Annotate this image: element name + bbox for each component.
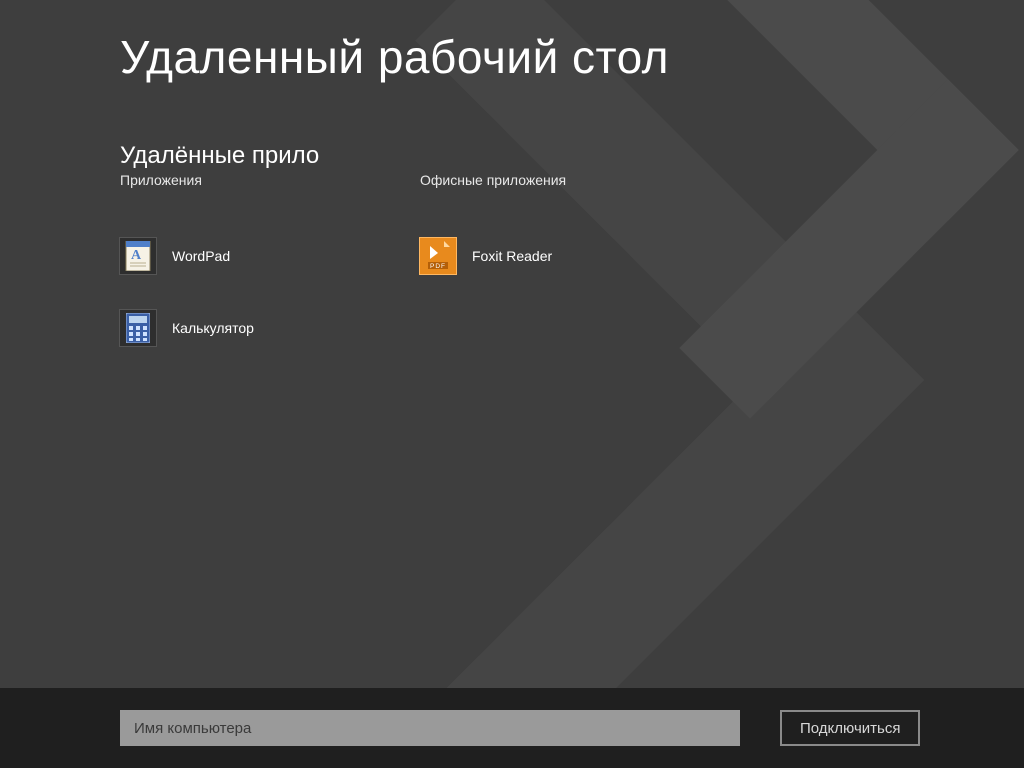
group-heading-office: Офисные приложения [420, 172, 720, 188]
wordpad-icon: A [120, 238, 156, 274]
calculator-icon [120, 310, 156, 346]
computer-name-input[interactable] [120, 710, 740, 746]
tile-label: Foxit Reader [472, 248, 552, 264]
page-title: Удаленный рабочий стол [120, 30, 1024, 84]
section-title: Удалённые прило [120, 142, 1024, 170]
tile-wordpad[interactable]: A WordPad [120, 238, 420, 274]
group-heading-apps: Приложения [120, 172, 420, 188]
tile-label: WordPad [172, 248, 230, 264]
tile-foxit[interactable]: PDF Foxit Reader [420, 238, 720, 274]
group-apps: Приложения A WordPad [120, 172, 420, 346]
connect-button[interactable]: Подключиться [780, 710, 920, 746]
group-office: Офисные приложения PDF Foxit Reader [420, 172, 720, 346]
svg-text:A: A [131, 248, 142, 263]
connect-bar: Подключиться [0, 688, 1024, 768]
tile-label: Калькулятор [172, 320, 254, 336]
foxit-icon: PDF [420, 238, 456, 274]
svg-text:PDF: PDF [430, 263, 446, 270]
tile-calculator[interactable]: Калькулятор [120, 310, 420, 346]
